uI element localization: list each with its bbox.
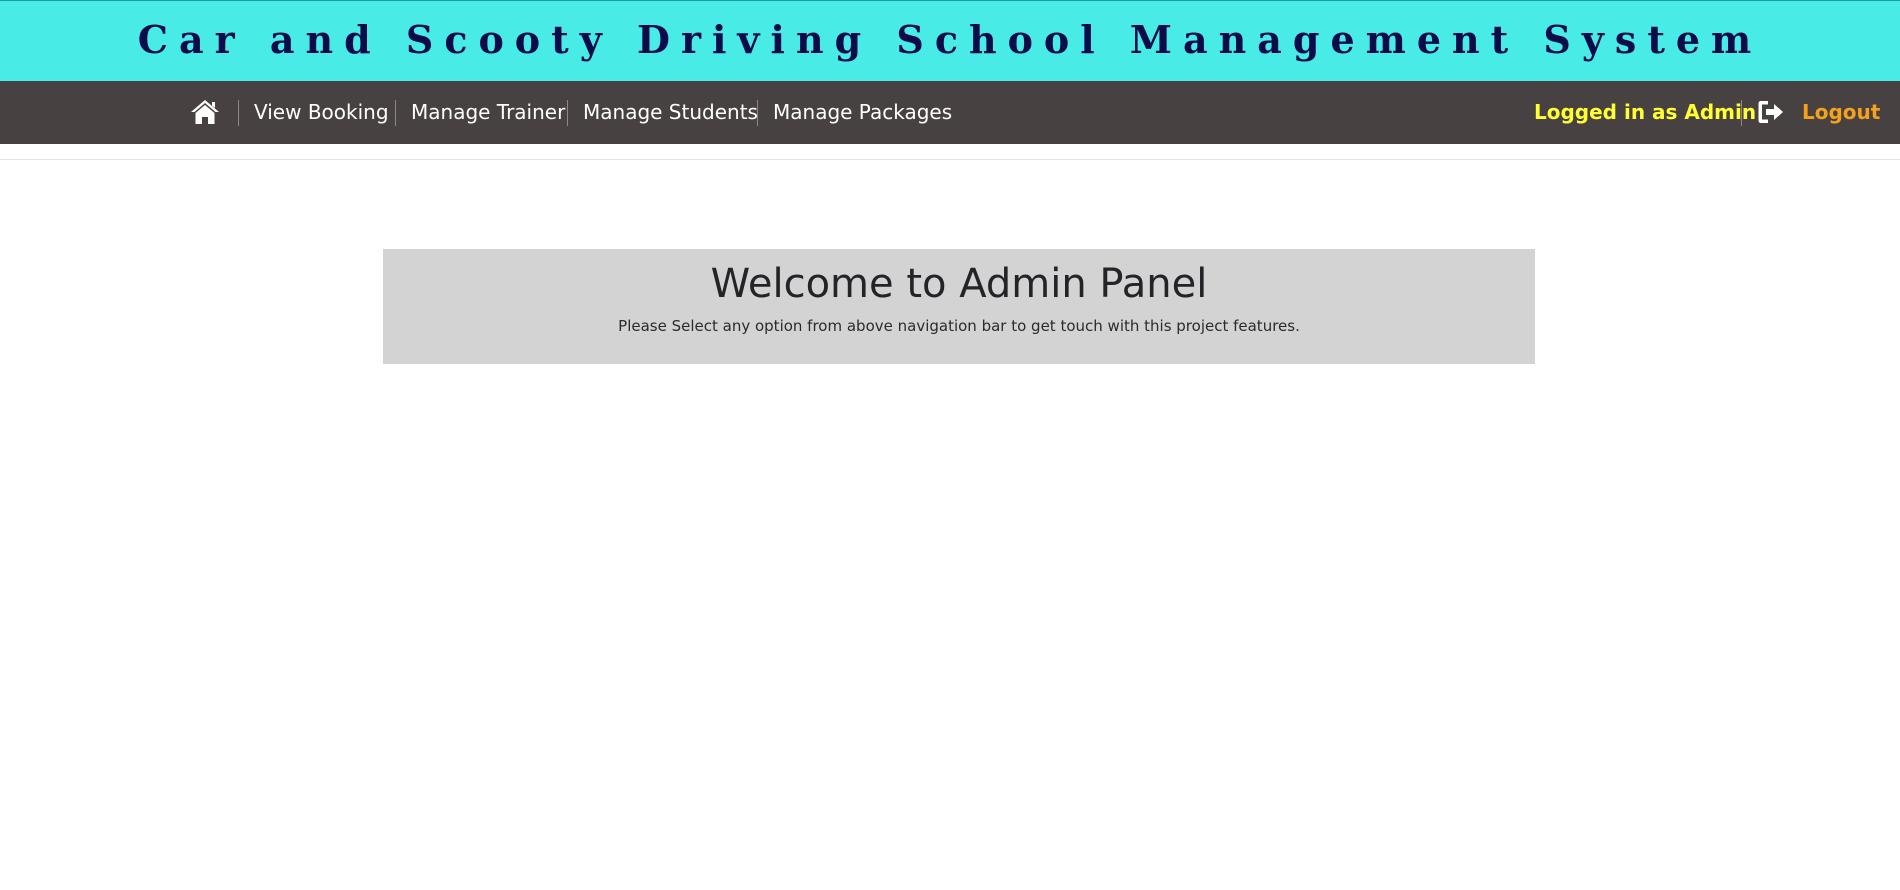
nav-separator [757,100,758,126]
nav-view-booking[interactable]: View Booking [254,81,389,144]
nav-separator [395,100,396,126]
header-divider [0,159,1900,160]
site-title: Car and Scooty Driving School Management… [137,17,1763,62]
welcome-heading: Welcome to Admin Panel [710,261,1208,307]
nav-manage-students[interactable]: Manage Students [583,81,758,144]
nav-separator [238,100,239,126]
main-navbar: View Booking Manage Trainer Manage Stude… [0,81,1900,144]
site-header: Car and Scooty Driving School Management… [0,0,1900,81]
welcome-panel: Welcome to Admin Panel Please Select any… [383,249,1535,364]
nav-separator [567,100,568,126]
nav-separator [1741,100,1742,126]
sign-out-icon[interactable] [1757,99,1785,125]
logged-in-status: Logged in as Admin [1534,100,1757,124]
welcome-subtitle: Please Select any option from above navi… [618,317,1300,335]
logout-link[interactable]: Logout [1802,81,1880,144]
nav-manage-packages[interactable]: Manage Packages [773,81,952,144]
home-icon[interactable] [190,98,220,126]
nav-manage-trainer[interactable]: Manage Trainer [411,81,565,144]
